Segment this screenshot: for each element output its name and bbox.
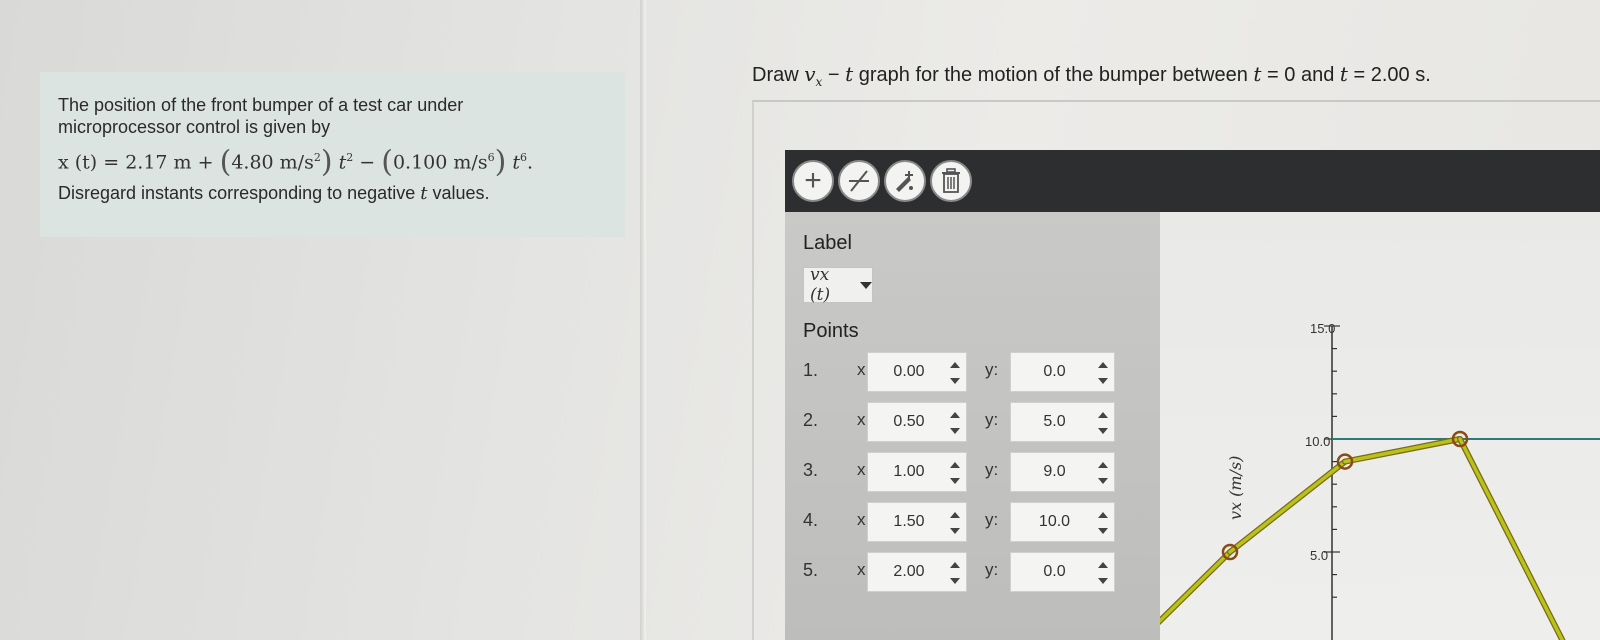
no-line-button[interactable] [838, 160, 880, 202]
point-row: 3. x: 1.00 y: 9.0 [785, 452, 1160, 492]
eq-coef-1: 4.80 m/s [231, 151, 314, 174]
y-label: y: [985, 460, 999, 479]
stepper-icon[interactable] [1098, 562, 1108, 584]
y-value-field[interactable]: 0.0 [1010, 352, 1115, 392]
problem-line-2: microprocessor control is given by [58, 117, 331, 137]
stepper-icon[interactable] [1098, 412, 1108, 434]
stepper-icon[interactable] [950, 362, 960, 384]
point-number: 1. [803, 360, 819, 380]
y-value: 0.0 [1043, 363, 1066, 380]
x-value-field[interactable]: 1.00 [867, 452, 967, 492]
point-number: 5. [803, 560, 819, 580]
eq-texp-1: 2 [346, 151, 354, 164]
x-value-field[interactable]: 1.50 [867, 502, 967, 542]
x-value-field[interactable]: 0.50 [867, 402, 967, 442]
stepper-icon[interactable] [950, 512, 960, 534]
x-value: 1.50 [893, 513, 925, 530]
page-divider [640, 0, 646, 640]
delete-button[interactable] [930, 160, 972, 202]
series-line-edge [1160, 549, 1233, 625]
point-row: 4. x: 1.50 y: 10.0 [785, 502, 1160, 542]
y-value-field[interactable]: 0.0 [1010, 552, 1115, 592]
position-equation: x (t) = 2.17 m + (4.80 m/s2) t2 − (0.100… [58, 144, 534, 180]
y-label: y: [985, 360, 999, 379]
no-line-icon [849, 170, 869, 192]
x-value-field[interactable]: 0.00 [867, 352, 967, 392]
object-panel: Label vx (t) Points 1. x: 0.00 y: 0.0 2.… [785, 212, 1160, 640]
label-dropdown[interactable]: vx (t) [803, 265, 873, 305]
point-number: 2. [803, 410, 819, 430]
stepper-icon[interactable] [1098, 462, 1108, 484]
problem-statement: The position of the front bumper of a te… [40, 72, 625, 237]
eq-t-2: t [512, 151, 520, 174]
eq-exp-1: 2 [313, 151, 321, 164]
x-value: 0.50 [893, 413, 925, 430]
label-heading: Label [803, 232, 852, 254]
eq-coef-2: 0.100 m/s [392, 151, 488, 174]
eq-texp-2: 6 [519, 151, 527, 164]
series-line [1343, 437, 1462, 464]
stepper-icon[interactable] [950, 412, 960, 434]
q-a: Draw [752, 64, 805, 86]
y-label: y: [985, 510, 999, 529]
graph-toolbar: + [785, 150, 1600, 212]
stepper-icon[interactable] [1098, 362, 1108, 384]
q-t: t [845, 62, 854, 86]
vx-t-graph[interactable] [1160, 212, 1600, 640]
line4-b: values. [427, 183, 490, 204]
y-value-field[interactable]: 10.0 [1010, 502, 1115, 542]
x-value: 0.00 [893, 363, 925, 380]
trash-icon [942, 168, 960, 193]
series-line [1458, 437, 1565, 640]
y-value: 5.0 [1043, 413, 1066, 430]
eq-minus: − [359, 151, 376, 174]
problem-line-4: Disregard instants corresponding to nega… [58, 182, 625, 205]
line4-a: Disregard instants corresponding to nega… [58, 183, 421, 204]
q-d: = 0 and [1261, 64, 1340, 86]
q-b: − [822, 64, 846, 86]
stepper-icon[interactable] [950, 562, 960, 584]
plus-icon: + [804, 164, 822, 197]
x-value: 1.00 [893, 463, 925, 480]
eq-exp-2: 6 [487, 151, 495, 164]
stepper-icon[interactable] [950, 462, 960, 484]
y-value: 0.0 [1043, 563, 1066, 580]
y-value: 10.0 [1038, 513, 1071, 530]
problem-line-1: The position of the front bumper of a te… [58, 95, 464, 115]
point-row: 1. x: 0.00 y: 0.0 [785, 352, 1160, 392]
point-row: 5. x: 2.00 y: 0.0 [785, 552, 1160, 592]
y-value-field[interactable]: 9.0 [1010, 452, 1115, 492]
point-number: 3. [803, 460, 819, 480]
add-point-button[interactable]: + [792, 160, 834, 202]
points-heading: Points [803, 320, 859, 342]
label-value: vx (t) [810, 265, 831, 305]
y-label: y: [985, 560, 999, 579]
series-line [1228, 459, 1347, 554]
eq-lhs: x (t) = 2.17 m + [58, 151, 214, 174]
y-value-field[interactable]: 5.0 [1010, 402, 1115, 442]
edit-point-icon [896, 171, 913, 192]
point-row: 2. x: 0.50 y: 5.0 [785, 402, 1160, 442]
q-e: = 2.00 s. [1347, 64, 1431, 86]
question-text: Draw vx − t graph for the motion of the … [752, 62, 1431, 89]
x-value: 2.00 [893, 563, 925, 580]
x-value-field[interactable]: 2.00 [867, 552, 967, 592]
point-number: 4. [803, 510, 819, 530]
y-label: y: [985, 410, 999, 429]
q-c: graph for the motion of the bumper betwe… [853, 64, 1254, 86]
q-vx: v [804, 62, 816, 86]
q-t1: t [1339, 62, 1348, 86]
chevron-down-icon [860, 281, 872, 289]
y-value: 9.0 [1043, 463, 1066, 480]
stepper-icon[interactable] [1098, 512, 1108, 534]
edit-point-button[interactable] [884, 160, 926, 202]
